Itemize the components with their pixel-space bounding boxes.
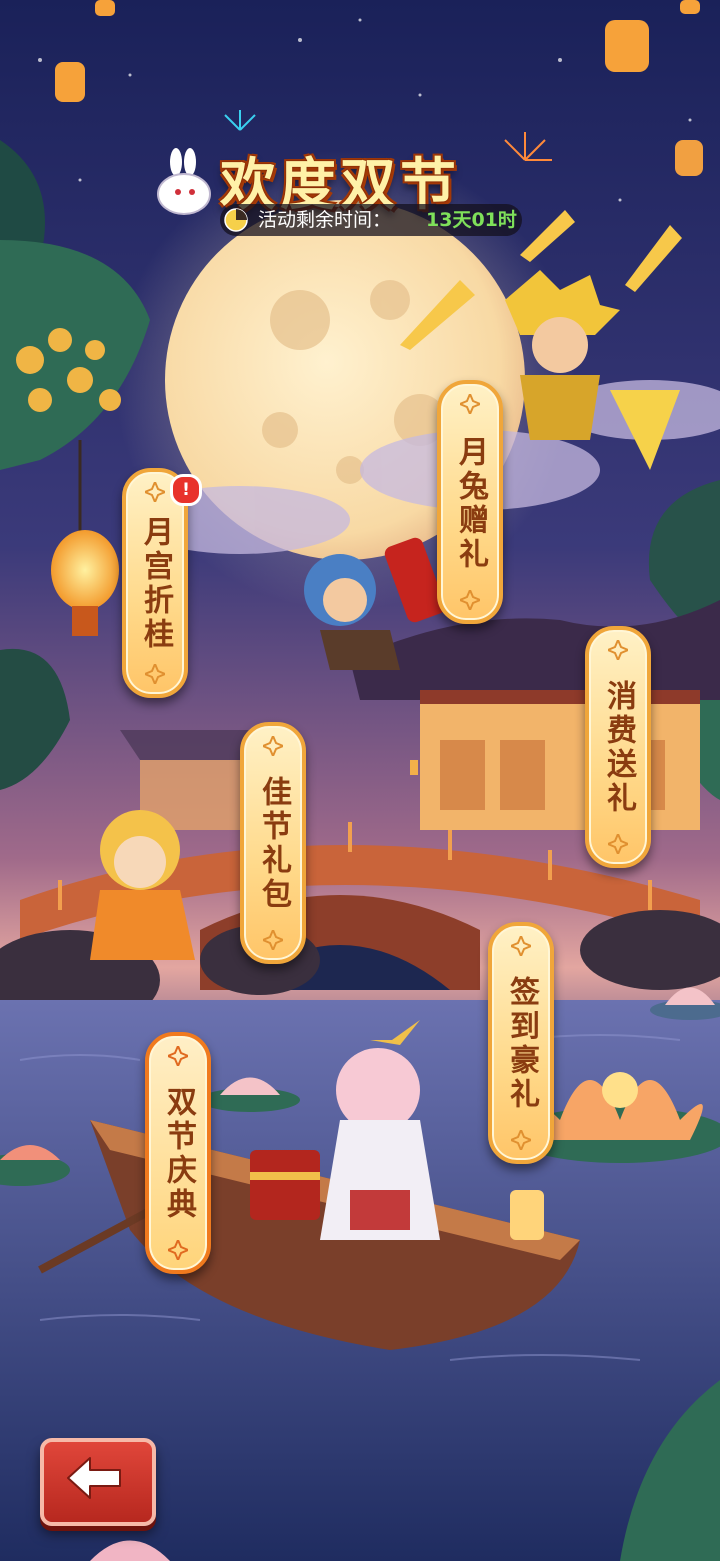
arrow-left-icon: [67, 1457, 121, 1499]
menu-double-celebration[interactable]: 双节庆典: [145, 1032, 211, 1274]
event-timer: 活动剩余时间： 13天01时: [220, 204, 522, 236]
sparkle-icon: [511, 1130, 531, 1150]
timer-label: 活动剩余时间：: [258, 209, 392, 231]
menu-spend-reward-label: 消费送礼: [601, 680, 636, 816]
sparkle-icon: [263, 736, 283, 756]
sparkle-icon: [168, 1046, 188, 1066]
back-button[interactable]: [40, 1438, 156, 1526]
sparkle-icon: [460, 394, 480, 414]
menu-rabbit-gift[interactable]: 月兔赠礼: [437, 380, 503, 624]
menu-festival-pack-label: 佳节礼包: [256, 776, 291, 912]
sparkle-icon: [608, 640, 628, 660]
sparkle-icon: [145, 664, 165, 684]
rabbit-icon: [157, 148, 211, 215]
sparkle-icon: [145, 482, 165, 502]
alert-badge: !: [170, 474, 202, 506]
sparkle-icon: [511, 936, 531, 956]
menu-double-celebration-label: 双节庆典: [161, 1086, 196, 1222]
menu-moon-palace-label: 月宫折桂: [138, 516, 173, 652]
menu-rabbit-gift-label: 月兔赠礼: [453, 436, 488, 572]
timer-value: 13天01时: [426, 209, 517, 231]
clock-icon: [224, 208, 248, 232]
menu-checkin-gift[interactable]: 签到豪礼: [488, 922, 554, 1164]
sparkle-icon: [263, 930, 283, 950]
sparkle-icon: [168, 1240, 188, 1260]
sparkle-icon: [460, 590, 480, 610]
menu-spend-reward[interactable]: 消费送礼: [585, 626, 651, 868]
menu-festival-pack[interactable]: 佳节礼包: [240, 722, 306, 964]
sparkle-icon: [608, 834, 628, 854]
menu-checkin-gift-label: 签到豪礼: [504, 976, 539, 1112]
